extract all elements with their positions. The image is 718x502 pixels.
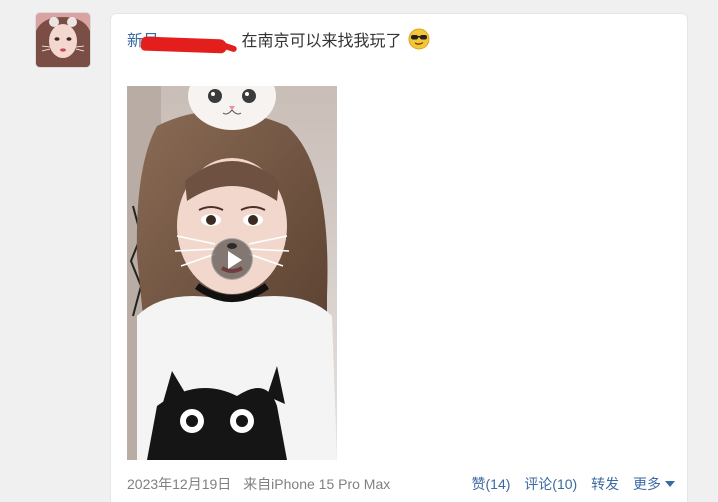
video-play-button[interactable] — [211, 238, 253, 280]
post-card: 新号 在南京可以来找我玩了 — [110, 13, 688, 502]
avatar-image — [36, 13, 90, 67]
feed-page: 新号 在南京可以来找我玩了 — [0, 0, 718, 502]
more-label: 更多 — [633, 476, 661, 492]
avatar[interactable] — [36, 13, 90, 67]
like-button[interactable]: 赞(14) — [472, 476, 511, 492]
redaction-mark — [140, 36, 228, 54]
comment-button[interactable]: 评论(10) — [524, 476, 577, 492]
post-text-line: 新号 在南京可以来找我玩了 — [127, 28, 430, 57]
post-actions: 赞(14) 评论(10) 转发 更多 — [462, 474, 675, 494]
username-link[interactable]: 新号 — [127, 33, 238, 54]
play-icon — [228, 251, 242, 269]
post-source: 来自iPhone 15 Pro Max — [243, 476, 391, 492]
post-footer: 2023年12月19日 来自iPhone 15 Pro Max 赞(14) 评论… — [127, 474, 675, 494]
repost-button[interactable]: 转发 — [591, 476, 619, 492]
more-menu-button[interactable]: 更多 — [633, 476, 675, 492]
post-content: 在南京可以来找我玩了 — [241, 33, 402, 50]
video-thumbnail[interactable] — [127, 86, 337, 460]
chevron-down-icon — [665, 481, 675, 487]
sunglasses-emoji-icon — [408, 28, 430, 57]
post-date[interactable]: 2023年12月19日 — [127, 476, 231, 492]
